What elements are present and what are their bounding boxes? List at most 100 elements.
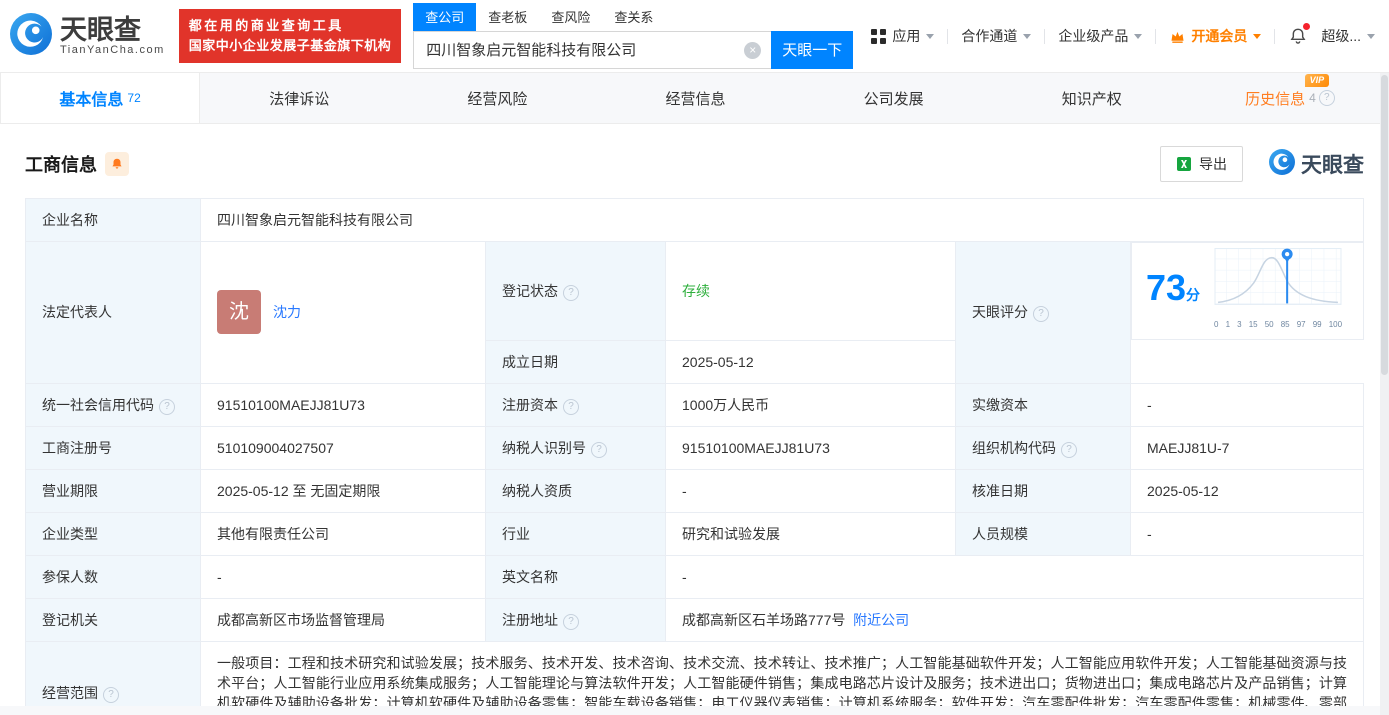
question-icon[interactable] [1318,90,1335,106]
table-row: 企业名称 四川智象启元智能科技有限公司 [25,198,1364,242]
field-value-taxpayer-no: 91510100MAEJJ81U73 [665,425,956,470]
search-tab-relation[interactable]: 查关系 [602,3,665,31]
field-label-reg-no: 工商注册号 [25,425,201,470]
field-value-establish-date: 2025-05-12 [665,339,956,384]
scrollbar-thumb[interactable] [1381,75,1388,375]
field-value-company-type: 其他有限责任公司 [200,511,486,556]
field-value-staff-size: - [1130,511,1364,556]
question-icon[interactable] [103,686,119,703]
score-number: 73分 [1146,266,1201,308]
field-value-legal-rep: 沈 沈力 [200,241,486,384]
field-value-reg-capital: 1000万人民币 [665,382,956,427]
nearby-companies-link[interactable]: 附近公司 [853,612,909,628]
section-title: 工商信息 [25,155,97,175]
notification-bell[interactable] [1288,23,1311,46]
field-label-staff-size: 人员规模 [955,511,1131,556]
tab-legal-litigation-label: 法律诉讼 [269,90,330,108]
vip-badge: VIP [1304,73,1330,87]
tab-basic-info-count: 72 [127,91,141,105]
field-value-english-name: - [665,554,1364,599]
company-nav-tabs: 基本信息 72 法律诉讼 经营风险 经营信息 公司发展 知识产权 历史信息 VI… [0,73,1389,124]
field-value-industry: 研究和试验发展 [665,511,956,556]
tab-basic-info-label: 基本信息 [59,92,124,109]
tab-intellectual-property-label: 知识产权 [1061,90,1122,108]
menu-apps[interactable]: 应用 [871,26,935,46]
field-label-insured-count: 参保人数 [25,554,201,599]
tab-company-development[interactable]: 公司发展 [795,73,993,123]
question-icon[interactable] [563,284,579,301]
avatar[interactable]: 沈 [217,290,261,335]
field-label-english-name: 英文名称 [485,554,666,599]
field-label-term: 营业期限 [25,468,201,513]
field-value-reg-authority: 成都高新区市场监督管理局 [200,597,486,642]
chevron-down-icon [926,33,935,39]
tab-intellectual-property[interactable]: 知识产权 [993,73,1191,123]
search-tab-risk[interactable]: 查风险 [539,3,602,31]
divider [1155,28,1157,44]
search-button[interactable]: 天眼一下 [771,30,854,69]
clear-icon[interactable] [744,41,762,59]
menu-enterprise-label: 企业级产品 [1058,28,1129,44]
top-menu: 应用 合作通道 企业级产品 开通会员 超级... [871,23,1375,46]
tab-company-development-label: 公司发展 [863,90,924,108]
banner-line1: 都在用的商业查询工具 [188,18,344,33]
table-row: 企业类型 其他有限责任公司 行业 研究和试验发展 人员规模 - [25,511,1364,556]
table-row: 工商注册号 510109004027507 纳税人识别号 91510100MAE… [25,425,1364,470]
search-area: 查公司 查老板 查风险 查关系 天眼一下 [413,2,854,69]
field-label-industry: 行业 [485,511,666,556]
question-icon[interactable] [591,441,607,458]
tianyancha-swirl-icon [1269,148,1295,180]
excel-icon [1176,156,1192,172]
menu-partner[interactable]: 合作通道 [961,26,1032,46]
field-label-taxpayer-quality: 纳税人资质 [485,468,666,513]
field-label-reg-authority: 登记机关 [25,597,201,642]
notification-dot [1303,23,1311,30]
field-label-company-name: 企业名称 [25,198,201,242]
tab-legal-litigation[interactable]: 法律诉讼 [200,73,398,123]
banner-line2: 国家中小企业发展子基金旗下机构 [188,38,392,53]
field-label-business-scope: 经营范围 [25,640,201,715]
field-value-term: 2025-05-12 至 无固定期限 [200,468,486,513]
search-tab-company[interactable]: 查公司 [413,2,477,31]
tianyancha-logo[interactable]: 天眼查 TianYanCha.com [10,12,165,60]
menu-enterprise[interactable]: 企业级产品 [1058,26,1143,46]
divider [947,28,949,44]
tab-history-info[interactable]: 历史信息 VIP 4 [1191,73,1389,123]
menu-vip-label: 开通会员 [1191,28,1248,44]
menu-vip[interactable]: 开通会员 [1169,26,1262,46]
field-value-taxpayer-quality: - [665,468,956,513]
field-value-business-scope: 一般项目：工程和技术研究和试验发展；技术服务、技术开发、技术咨询、技术交流、技术… [200,640,1364,715]
question-icon[interactable] [563,613,579,630]
chevron-down-icon [1253,33,1262,39]
page-bottom-strip [0,706,1389,715]
search-input[interactable] [413,30,772,69]
menu-user-label: 超级... [1321,28,1361,44]
question-icon[interactable] [1033,306,1049,323]
field-label-taxpayer-no: 纳税人识别号 [485,425,666,470]
promo-banner[interactable]: 都在用的商业查询工具 国家中小企业发展子基金旗下机构 [178,9,402,63]
search-tab-boss[interactable]: 查老板 [476,3,539,31]
menu-user[interactable]: 超级... [1321,26,1375,46]
menu-apps-label: 应用 [892,28,921,44]
field-label-score: 天眼评分 [955,241,1131,384]
menu-partner-label: 合作通道 [961,28,1018,44]
question-icon[interactable] [159,398,175,415]
tab-operation-info-label: 经营信息 [665,90,726,108]
field-label-paid-capital: 实缴资本 [955,382,1131,427]
export-button[interactable]: 导出 [1160,146,1243,182]
crown-icon [1169,28,1186,45]
table-row: 经营范围 一般项目：工程和技术研究和试验发展；技术服务、技术开发、技术咨询、技术… [25,640,1364,715]
question-icon[interactable] [563,398,579,415]
monitor-bell-button[interactable] [105,152,129,176]
tab-operation-info[interactable]: 经营信息 [596,73,794,123]
scrollbar[interactable] [1380,73,1389,715]
table-row: 参保人数 - 英文名称 - [25,554,1364,599]
field-value-score: 73分 0 1 3 15 50 85 97 99 100 [1131,242,1364,340]
tab-basic-info[interactable]: 基本信息 72 [0,73,201,123]
tianyancha-swirl-icon [10,12,52,60]
tab-operation-risk[interactable]: 经营风险 [398,73,596,123]
legal-rep-link[interactable]: 沈力 [273,302,301,322]
field-label-org-code: 组织机构代码 [955,425,1131,470]
question-icon[interactable] [1061,441,1077,458]
export-button-label: 导出 [1199,156,1227,172]
